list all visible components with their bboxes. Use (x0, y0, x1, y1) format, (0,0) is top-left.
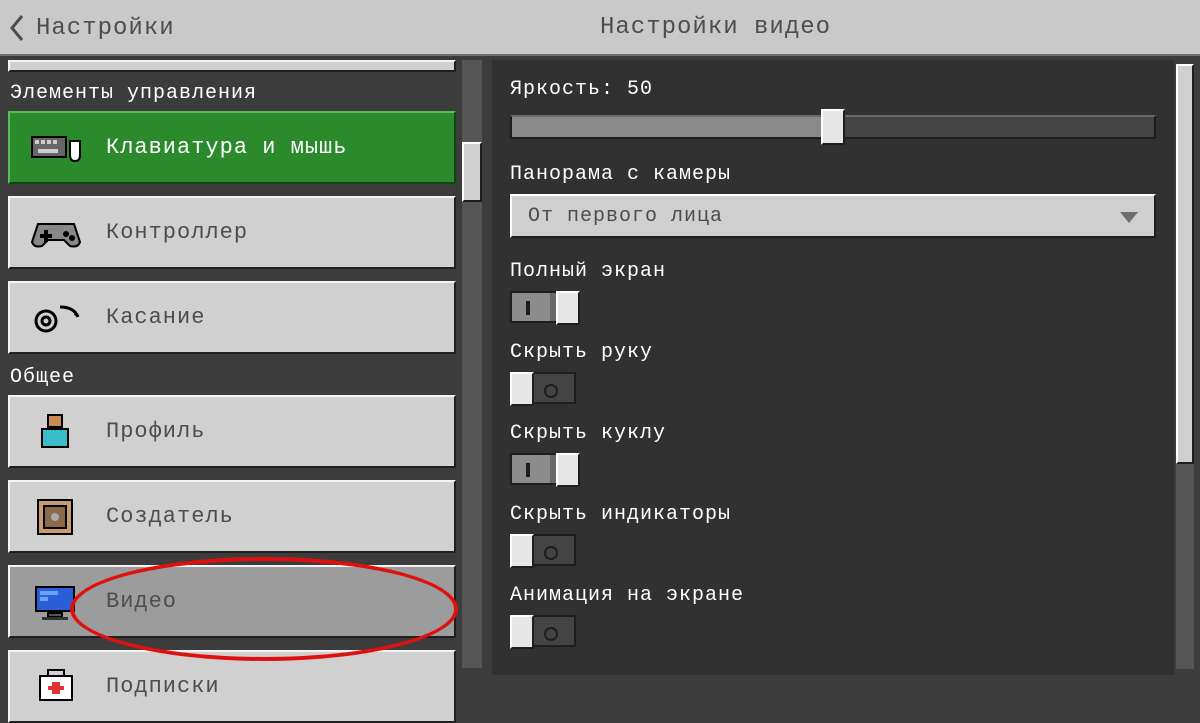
slider-fill (512, 117, 835, 137)
sidebar-item-profile[interactable]: Профиль (8, 395, 456, 468)
sidebar-item-video[interactable]: Видео (8, 565, 456, 638)
chevron-down-icon (1120, 212, 1138, 224)
page-title: Настройки видео (600, 14, 1080, 41)
brightness-slider[interactable] (510, 109, 1156, 145)
toggle-knob (510, 372, 534, 406)
screen-anim-label: Анимация на экране (510, 584, 1156, 607)
sidebar-item-label: Подписки (106, 674, 220, 699)
gamepad-icon (30, 212, 82, 254)
sidebar-item-label: Клавиатура и мышь (106, 135, 347, 160)
sidebar-item-label: Контроллер (106, 220, 248, 245)
sidebar-item-controller[interactable]: Контроллер (8, 196, 456, 269)
settings-sidebar: Элементы управления Клавиатура и мышь (8, 60, 456, 675)
back-button[interactable]: Настройки (8, 10, 175, 46)
hide-hand-toggle[interactable] (510, 372, 576, 404)
back-label: Настройки (36, 15, 175, 42)
sidebar-item-label: Профиль (106, 419, 205, 444)
camera-dropdown[interactable]: От первого лица (510, 194, 1156, 238)
hide-doll-label: Скрыть куклу (510, 422, 1156, 445)
body: Элементы управления Клавиатура и мышь (0, 56, 1200, 675)
toggle-knob (510, 615, 534, 649)
sidebar-item-label: Видео (106, 589, 177, 614)
medkit-icon (30, 666, 82, 708)
toggle-knob (510, 534, 534, 568)
keyboard-mouse-icon (30, 127, 82, 169)
monitor-icon (30, 581, 82, 623)
profile-icon (30, 411, 82, 453)
video-settings-panel: Яркость: 50 Панорама с камеры От первого… (492, 60, 1174, 675)
screen-anim-toggle[interactable] (510, 615, 576, 647)
hide-doll-toggle[interactable] (510, 453, 576, 485)
section-label-general: Общее (10, 366, 454, 389)
sidebar-item-label: Создатель (106, 504, 234, 529)
sidebar-item-subscriptions[interactable]: Подписки (8, 650, 456, 723)
command-block-icon (30, 496, 82, 538)
header-bar: Настройки Настройки видео (0, 0, 1200, 56)
fullscreen-label: Полный экран (510, 260, 1156, 283)
sidebar-item-label: Касание (106, 305, 205, 330)
chevron-left-icon (8, 14, 26, 42)
touch-icon (30, 297, 82, 339)
toggle-knob (556, 453, 580, 487)
camera-label: Панорама с камеры (510, 163, 1156, 186)
dropdown-value: От первого лица (528, 205, 723, 228)
sidebar-scroll-thumb[interactable] (462, 142, 482, 202)
sidebar-item-stub[interactable] (8, 60, 456, 72)
sidebar-item-keyboard[interactable]: Клавиатура и мышь (8, 111, 456, 184)
brightness-label: Яркость: 50 (510, 78, 1156, 101)
hide-hud-toggle[interactable] (510, 534, 576, 566)
fullscreen-toggle[interactable] (510, 291, 576, 323)
toggle-knob (556, 291, 580, 325)
slider-thumb[interactable] (821, 109, 845, 145)
panel-scroll-thumb[interactable] (1176, 64, 1194, 464)
sidebar-item-touch[interactable]: Касание (8, 281, 456, 354)
hide-hand-label: Скрыть руку (510, 341, 1156, 364)
sidebar-item-creator[interactable]: Создатель (8, 480, 456, 553)
section-label-controls: Элементы управления (10, 82, 454, 105)
hide-hud-label: Скрыть индикаторы (510, 503, 1156, 526)
